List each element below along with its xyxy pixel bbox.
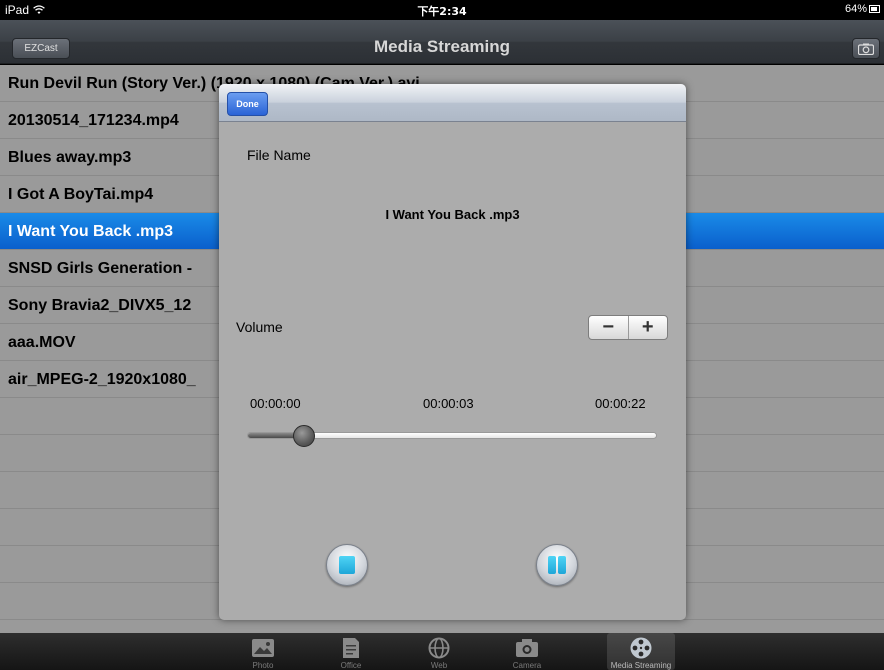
- tab-photo[interactable]: Photo: [229, 633, 297, 670]
- battery-percent: 64%: [844, 3, 867, 15]
- film-reel-icon: [628, 637, 654, 659]
- tab-bar: Photo Office Web Camera Media Streaming: [0, 633, 884, 670]
- status-time: 下午2:34: [417, 5, 467, 18]
- time-end: 00:00:22: [595, 396, 646, 411]
- tab-office[interactable]: Office: [317, 633, 385, 670]
- file-name-value: I Want You Back .mp3: [385, 207, 520, 222]
- media-player-popover: Done File Name I Want You Back .mp3 Volu…: [219, 84, 686, 620]
- pause-icon: [548, 556, 566, 574]
- camera-icon: [514, 637, 540, 659]
- camera-button[interactable]: [852, 38, 880, 59]
- tab-label: Photo: [252, 661, 274, 670]
- volume-label: Volume: [236, 319, 283, 335]
- tab-web[interactable]: Web: [405, 633, 473, 670]
- volume-stepper: − +: [588, 315, 668, 340]
- tab-camera[interactable]: Camera: [493, 633, 561, 670]
- time-start: 00:00:00: [250, 396, 301, 411]
- volume-up-button[interactable]: +: [627, 316, 668, 339]
- pause-button[interactable]: [536, 544, 578, 586]
- time-current: 00:00:03: [423, 396, 474, 411]
- done-button[interactable]: Done: [227, 92, 268, 116]
- tab-label: Office: [340, 661, 362, 670]
- status-bar: iPad 下午2:34 64%: [0, 0, 884, 20]
- navigation-bar: EZCast Media Streaming: [0, 20, 884, 64]
- volume-down-button[interactable]: −: [589, 316, 628, 339]
- popover-header: Done: [219, 84, 686, 122]
- stop-icon: [339, 556, 355, 574]
- battery-icon: [869, 5, 880, 13]
- tab-label: Camera: [512, 661, 542, 670]
- tab-media-streaming[interactable]: Media Streaming: [607, 633, 675, 670]
- camera-icon: [858, 43, 874, 55]
- photo-icon: [250, 637, 276, 659]
- tab-label: Media Streaming: [610, 661, 672, 670]
- progress-slider-thumb[interactable]: [293, 425, 316, 447]
- file-name-label: File Name: [247, 147, 311, 163]
- stop-button[interactable]: [326, 544, 368, 586]
- tab-label: Web: [430, 661, 448, 670]
- globe-icon: [426, 637, 452, 659]
- document-icon: [338, 637, 364, 659]
- page-title: Media Streaming: [373, 37, 511, 56]
